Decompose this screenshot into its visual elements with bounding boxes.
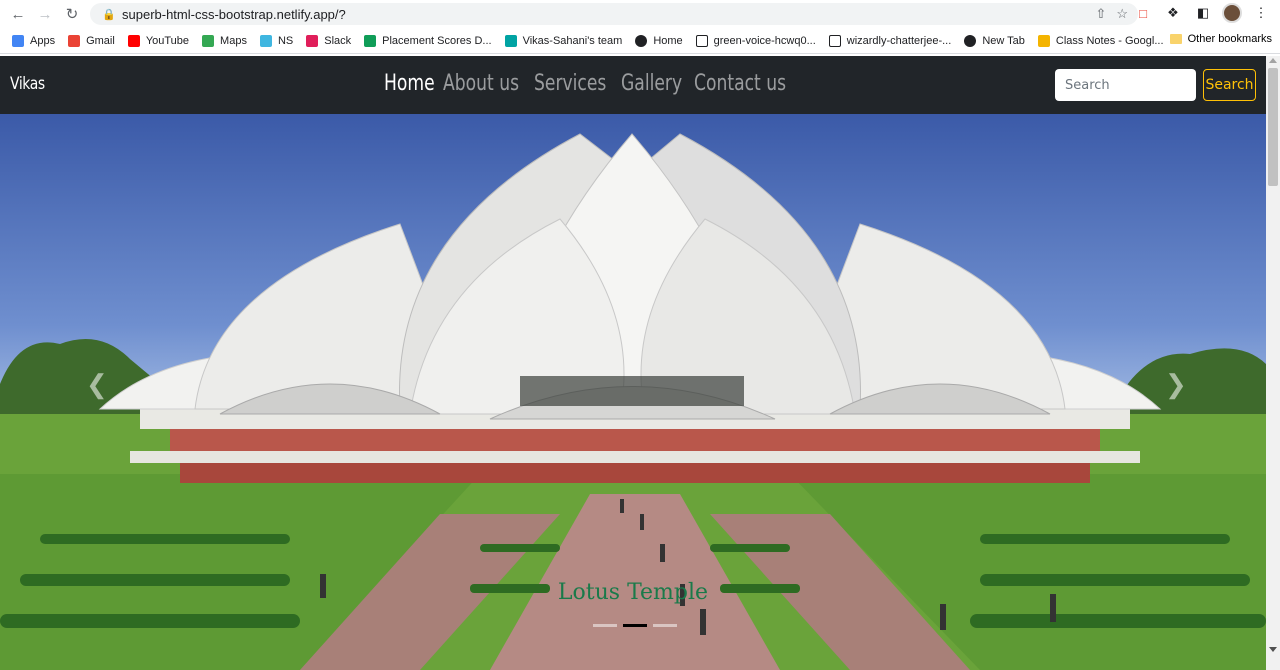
reload-icon[interactable]: ↻ (60, 2, 84, 26)
bookmark-label: Apps (30, 34, 56, 47)
scroll-down-icon[interactable] (1269, 647, 1277, 652)
bookmark-label: YouTube (145, 34, 190, 47)
bookmark-item[interactable]: Maps (202, 34, 247, 47)
folder-icon (1169, 34, 1182, 44)
page-icon (828, 34, 841, 47)
nav-links: Home About us Services Gallery Contact u… (384, 71, 792, 96)
bookmark-item[interactable]: NS (259, 34, 294, 47)
maps-icon (202, 34, 215, 47)
forward-icon[interactable]: → (33, 2, 57, 26)
side-panel-icon[interactable]: ◧ (1192, 2, 1214, 24)
carousel-indicators (593, 624, 677, 627)
bookmark-label: Home (653, 34, 683, 47)
carousel-prev-icon[interactable]: ❮ (86, 369, 108, 400)
search-button[interactable]: Search (1203, 69, 1256, 101)
calendar-extension-icon[interactable]: □ (1132, 2, 1154, 24)
bookmark-item[interactable]: wizardly-chatterjee-... (828, 34, 952, 47)
globe-icon (635, 34, 648, 47)
nav-link-contact[interactable]: Contact us (694, 71, 786, 96)
carousel-indicator[interactable] (593, 624, 617, 627)
carousel-caption: Lotus Temple (557, 580, 709, 605)
address-bar[interactable]: 🔒 superb-html-css-bootstrap.netlify.app/… (90, 3, 1138, 25)
navbar-brand[interactable]: Vikas (10, 74, 45, 94)
browser-toolbar: ← → ↻ 🔒 superb-html-css-bootstrap.netlif… (0, 0, 1280, 28)
bookmark-label: Maps (220, 34, 247, 47)
globe-icon (964, 34, 977, 47)
nav-link-gallery[interactable]: Gallery (621, 71, 682, 96)
other-bookmarks-label: Other bookmarks (1187, 33, 1272, 45)
extensions-puzzle-icon[interactable]: ❖ (1162, 2, 1184, 24)
youtube-icon (127, 34, 140, 47)
profile-avatar[interactable] (1222, 3, 1242, 23)
bookmark-item[interactable]: green-voice-hcwq0... (695, 34, 816, 47)
slides-icon (1037, 34, 1050, 47)
search-input[interactable]: Search (1055, 69, 1196, 101)
page-scrollbar[interactable] (1266, 56, 1280, 670)
bookmark-label: Placement Scores D... (382, 34, 492, 47)
slack-icon (306, 34, 319, 47)
bookmark-item[interactable]: Home (635, 34, 683, 47)
bookmark-label: green-voice-hcwq0... (713, 34, 816, 47)
hero-carousel: ❮ ❯ Lotus Temple (0, 114, 1266, 670)
bookmark-label: Vikas-Sahani's team (522, 34, 623, 47)
sheets-icon (364, 34, 377, 47)
back-icon[interactable]: ← (6, 2, 30, 26)
site-navbar: Vikas Home About us Services Gallery Con… (0, 56, 1266, 114)
carousel-next-icon[interactable]: ❯ (1165, 369, 1187, 400)
bookmark-item[interactable]: Class Notes - Googl... (1037, 34, 1164, 47)
bookmark-item[interactable]: Slack (306, 34, 352, 47)
carousel-indicator[interactable] (623, 624, 647, 627)
bookmark-item[interactable]: New Tab (964, 34, 1025, 47)
gmail-icon (68, 34, 81, 47)
nav-link-services[interactable]: Services (534, 71, 606, 96)
lock-icon: 🔒 (102, 8, 116, 21)
team-icon (504, 34, 517, 47)
scroll-up-icon[interactable] (1269, 58, 1277, 63)
website: Vikas Home About us Services Gallery Con… (0, 56, 1266, 670)
bookmark-item[interactable]: Vikas-Sahani's team (504, 34, 623, 47)
star-icon[interactable]: ☆ (1116, 6, 1128, 22)
scroll-thumb[interactable] (1268, 68, 1278, 186)
page-icon (695, 34, 708, 47)
ns-icon (259, 34, 272, 47)
menu-kebab-icon[interactable]: ⋮ (1250, 2, 1272, 24)
bookmark-item[interactable]: Gmail (68, 34, 115, 47)
nav-link-about[interactable]: About us (443, 71, 519, 96)
bookmark-label: wizardly-chatterjee-... (846, 34, 952, 47)
bookmark-label: NS (277, 34, 294, 47)
nav-link-home[interactable]: Home (384, 71, 435, 96)
share-icon[interactable]: ⇧ (1095, 6, 1106, 22)
url-text: superb-html-css-bootstrap.netlify.app/? (122, 6, 346, 22)
bookmark-item[interactable]: Placement Scores D... (364, 34, 492, 47)
bookmark-item[interactable]: Apps (12, 34, 56, 47)
bookmark-label: Class Notes - Googl... (1055, 34, 1164, 47)
bookmarks-bar: Apps Gmail YouTube Maps NS Slack Placement Sco… (0, 28, 1280, 54)
carousel-indicator[interactable] (653, 624, 677, 627)
bookmark-label: New Tab (982, 34, 1025, 47)
bookmark-label: Gmail (86, 34, 115, 47)
apps-icon (12, 34, 24, 47)
bookmark-item[interactable]: YouTube (127, 34, 190, 47)
bookmark-label: Slack (324, 34, 352, 47)
other-bookmarks[interactable]: Other bookmarks (1169, 33, 1272, 45)
